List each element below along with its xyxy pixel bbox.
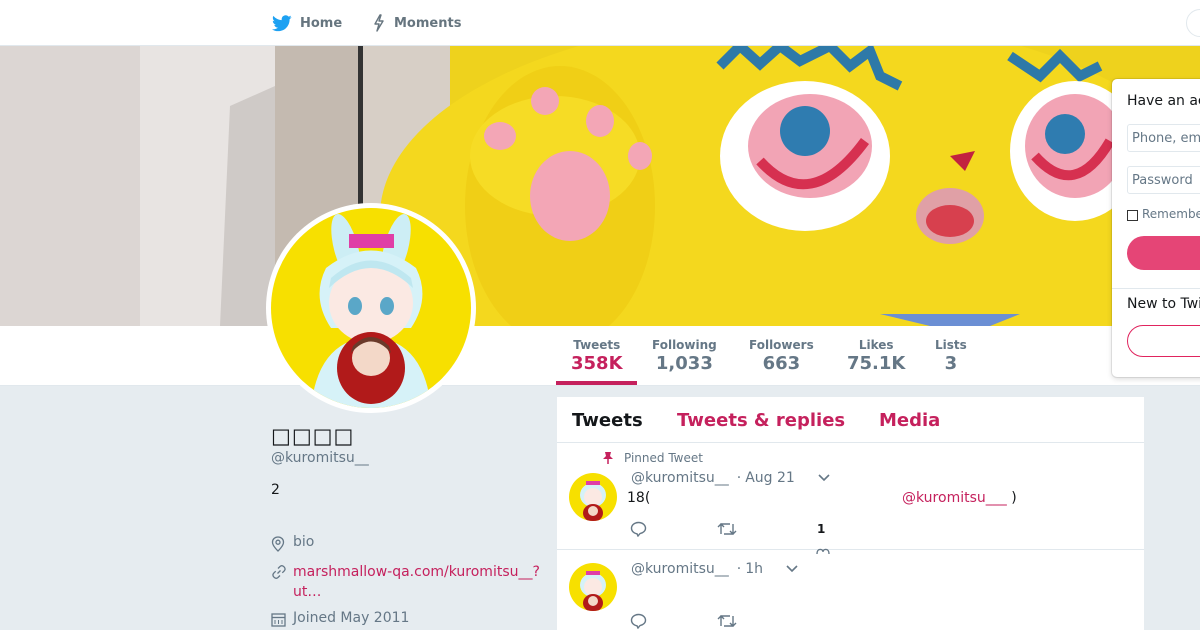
chevron-down-icon[interactable]: [817, 473, 831, 483]
pinned-label: Pinned Tweet: [624, 451, 703, 465]
profile-display-name: □□□□: [271, 424, 355, 448]
lightning-icon: [372, 14, 386, 32]
tab-media[interactable]: Media: [879, 410, 940, 431]
tweet-mention[interactable]: @kuromitsu___: [902, 490, 1007, 506]
profile-joined-text: Joined May 2011: [293, 610, 410, 626]
tab-tweets[interactable]: Tweets: [572, 410, 643, 431]
tweet-item[interactable]: Pinned Tweet @kuromitsu__ · Aug 21 18( @…: [557, 444, 1144, 555]
tweet-handle[interactable]: @kuromitsu__: [631, 561, 729, 577]
remember-checkbox[interactable]: [1127, 209, 1138, 221]
active-stat-underline: [556, 381, 637, 385]
stat-label: Likes: [858, 338, 894, 352]
tweet-actions: [630, 521, 807, 537]
stat-label: Following: [652, 338, 717, 352]
twitter-bird-icon: [272, 14, 292, 32]
separator-dot: ·: [736, 470, 742, 486]
stat-value: 75.1K: [847, 353, 906, 374]
nav-moments[interactable]: Moments: [372, 0, 461, 46]
profile-handle[interactable]: @kuromitsu__: [271, 450, 369, 466]
profile-location-text: bio: [293, 534, 315, 550]
profile-website-link[interactable]: marshmallow-qa.com/kuromitsu__?ut…: [293, 562, 543, 602]
stat-value: 1,033: [655, 353, 713, 374]
stat-lists[interactable]: Lists 3: [935, 338, 967, 374]
reply-icon[interactable]: [630, 613, 647, 629]
reply-icon[interactable]: [630, 521, 647, 537]
chevron-down-icon[interactable]: [785, 564, 799, 574]
tweet-body: 18(: [627, 490, 651, 506]
stat-value: 3: [944, 353, 958, 374]
stat-following[interactable]: Following 1,033: [652, 338, 717, 374]
nav-moments-label: Moments: [394, 15, 462, 31]
tweet-header: @kuromitsu__ · 1h: [631, 561, 799, 577]
tweet-item[interactable]: @kuromitsu__ · 1h: [557, 551, 1144, 630]
search-box-edge[interactable]: [1186, 9, 1200, 37]
profile-website: marshmallow-qa.com/kuromitsu__?ut…: [271, 562, 543, 602]
stat-label: Lists: [935, 338, 967, 352]
nav-home-label: Home: [300, 15, 343, 31]
calendar-icon: [271, 610, 293, 627]
tweet-time[interactable]: Aug 21: [745, 470, 795, 486]
profile-bio: 2: [271, 482, 280, 498]
timeline: Tweets Tweets & replies Media Pinned Twe…: [557, 397, 1144, 630]
top-navigation: Home Moments: [0, 0, 1200, 46]
tweet-handle[interactable]: @kuromitsu__: [631, 470, 729, 486]
profile-avatar[interactable]: [266, 203, 476, 413]
login-button[interactable]: [1127, 236, 1200, 270]
remember-label: Remember me: [1142, 207, 1200, 221]
profile-location: bio: [271, 534, 314, 552]
profile-stats-bar: Tweets 358K Following 1,033 Followers 66…: [0, 326, 1200, 386]
signup-heading: New to Twitter?: [1127, 296, 1200, 312]
separator-dot: ·: [736, 561, 742, 577]
password-input[interactable]: [1127, 166, 1200, 194]
tweet-avatar[interactable]: [569, 563, 617, 611]
timeline-tabs: Tweets Tweets & replies Media: [557, 397, 1144, 443]
tweet-time[interactable]: 1h: [745, 561, 763, 577]
stat-likes[interactable]: Likes 75.1K: [847, 338, 905, 374]
tab-tweets-and-replies[interactable]: Tweets & replies: [677, 410, 845, 431]
nav-home[interactable]: Home: [272, 0, 342, 46]
signup-button[interactable]: [1127, 325, 1200, 357]
stat-value: 358K: [571, 353, 623, 374]
stat-tweets[interactable]: Tweets 358K: [571, 338, 623, 374]
remember-me[interactable]: Remember me: [1127, 207, 1200, 221]
stat-value: 663: [762, 353, 801, 374]
tweet-text-tail: ): [1006, 490, 1017, 506]
stat-followers[interactable]: Followers 663: [749, 338, 814, 374]
login-heading: Have an account?: [1127, 93, 1200, 109]
username-input[interactable]: [1127, 124, 1200, 152]
login-dropdown: Have an account? Remember me New to Twit…: [1112, 79, 1200, 377]
tweet-text: 18( @kuromitsu___ ): [627, 490, 1127, 506]
tweet-header: @kuromitsu__ · Aug 21: [631, 470, 831, 486]
tweet-actions: [630, 613, 807, 629]
link-icon: [271, 562, 293, 602]
profile-joined: Joined May 2011: [271, 610, 409, 627]
retweet-icon[interactable]: [717, 613, 737, 629]
tweet-avatar[interactable]: [569, 473, 617, 521]
profile-banner: [0, 46, 1200, 326]
stat-label: Tweets: [573, 338, 621, 352]
tweet-mention-wrap: @kuromitsu___ ): [902, 490, 1017, 506]
stat-label: Followers: [749, 338, 814, 352]
pinned-indicator: Pinned Tweet: [602, 451, 703, 465]
location-pin-icon: [271, 534, 293, 552]
retweet-icon[interactable]: [717, 521, 737, 537]
divider: [1112, 288, 1200, 289]
pin-icon: [602, 451, 614, 465]
like-count: 1: [817, 522, 826, 536]
